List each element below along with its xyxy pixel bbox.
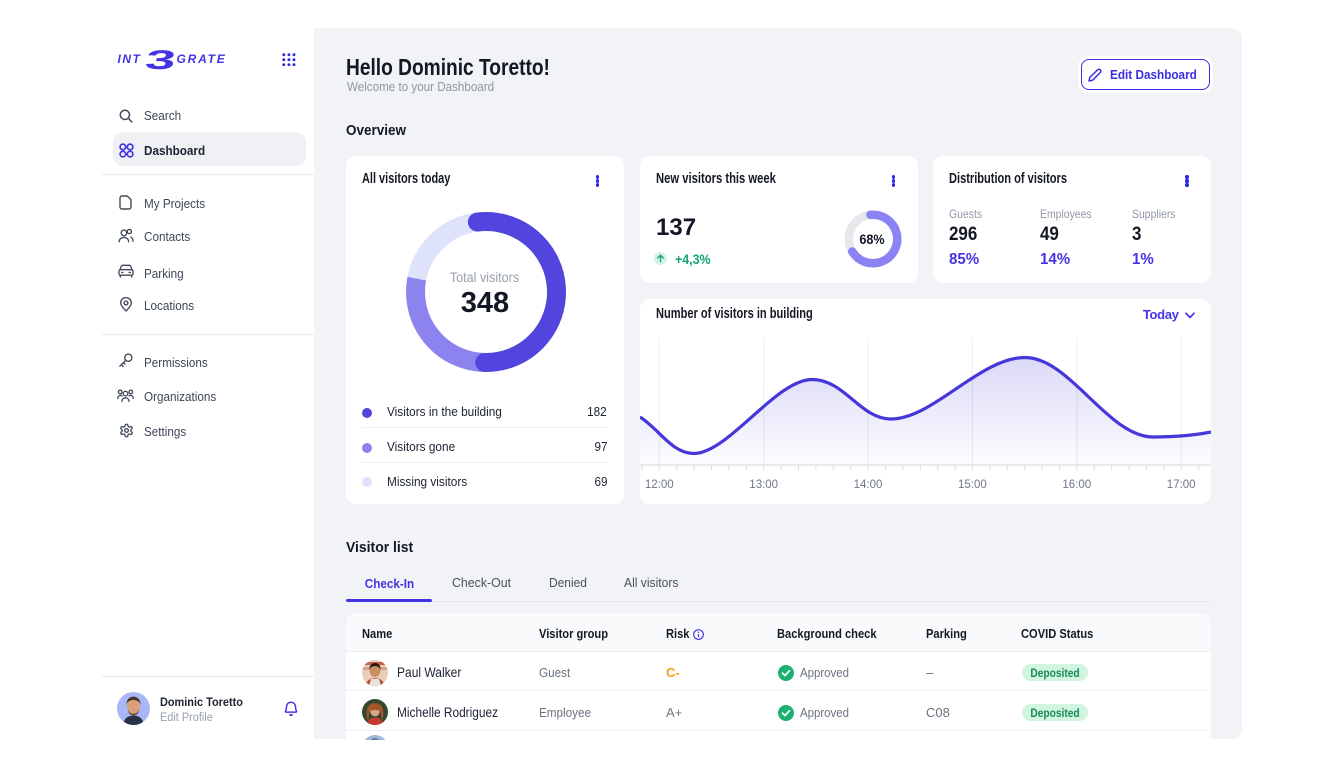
svg-text:16:00: 16:00: [1062, 479, 1091, 491]
svg-text:13:00: 13:00: [749, 479, 778, 491]
svg-text:3: 3: [143, 49, 175, 70]
svg-text:17:00: 17:00: [1167, 479, 1196, 491]
svg-text:12:00: 12:00: [645, 479, 674, 491]
svg-text:15:00: 15:00: [958, 479, 987, 491]
svg-text:14:00: 14:00: [854, 479, 883, 491]
